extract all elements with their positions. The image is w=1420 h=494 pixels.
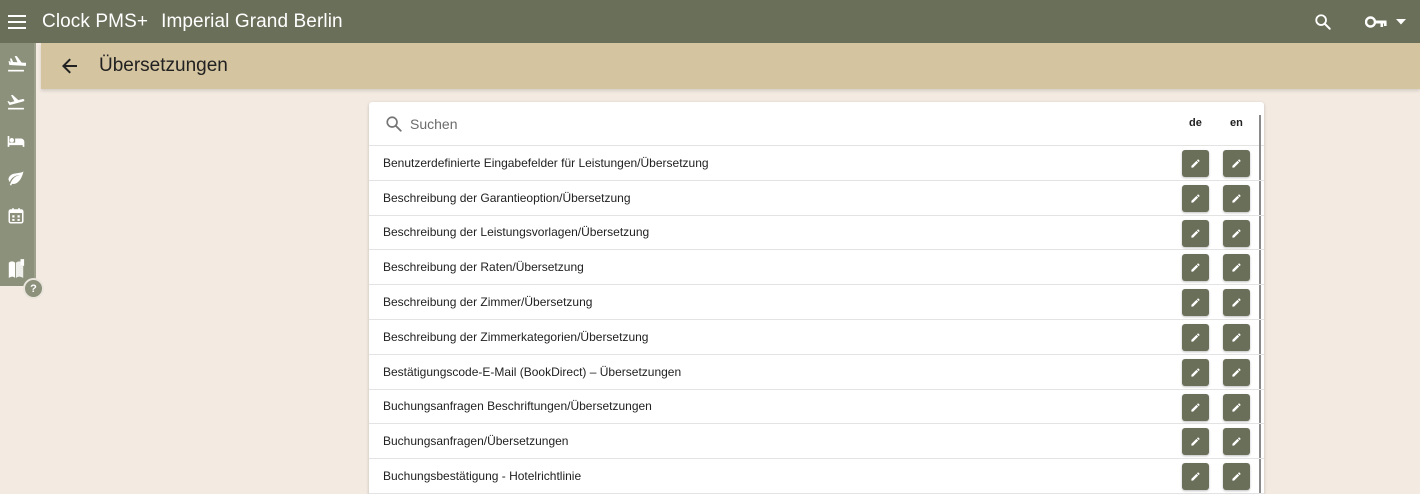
edit-de-button[interactable] [1182,463,1209,491]
edit-en-button[interactable] [1223,323,1250,351]
account-menu-button[interactable] [1365,15,1406,29]
pencil-icon [1191,263,1200,273]
edit-de-button[interactable] [1182,150,1209,177]
edit-de-button[interactable] [1182,219,1209,247]
edit-en-button[interactable] [1223,428,1250,456]
pencil-icon [1191,194,1200,203]
list-item: Beschreibung der Zimmerkategorien/Überse… [369,320,1264,355]
leaf-icon [8,171,24,186]
sidebar-item-arrivals[interactable] [4,52,28,76]
bed-icon [7,136,25,147]
pencil-icon [1191,298,1200,307]
sidebar-item-books[interactable] [4,257,28,281]
search-icon [1315,13,1331,30]
edit-de-button[interactable] [1182,254,1209,282]
list-item: Beschreibung der Raten/Übersetzung [369,250,1264,286]
pencil-icon [1232,368,1241,377]
list-item-label: Buchungsanfragen Beschriftungen/Übersetz… [383,399,652,414]
translations-card: de en Benutzerdefinierte Eingabefelder f… [369,102,1264,494]
pencil-icon [1232,333,1241,342]
menu-button[interactable] [0,0,34,43]
search-input[interactable] [410,115,1110,132]
list-item: Beschreibung der Leistungsvorlagen/Übers… [369,216,1264,251]
list-item-label: Buchungsanfragen/Übersetzungen [383,434,569,449]
menu-icon [8,14,26,29]
pencil-icon [1232,228,1241,238]
pencil-icon [1191,437,1200,446]
list-item: Bestätigungscode-E-Mail (BookDirect) – Ü… [369,355,1264,390]
help-button[interactable]: ? [23,278,44,299]
edit-en-button[interactable] [1223,463,1250,491]
edit-en-button[interactable] [1223,150,1250,177]
list-item-label: Beschreibung der Leistungsvorlagen/Übers… [383,225,650,240]
card-header: de en [369,102,1264,146]
edit-de-button[interactable] [1182,428,1209,456]
edit-en-button[interactable] [1223,358,1250,386]
edit-en-button[interactable] [1223,289,1250,317]
edit-de-button[interactable] [1182,358,1209,386]
arrow-back-icon [62,58,77,74]
pencil-icon [1232,159,1241,168]
search-icon [384,114,404,134]
list-item: Buchungsbestätigung - Hotelrichtlinie [369,459,1264,494]
flight-takeoff-icon [7,94,25,110]
back-button[interactable] [58,54,82,78]
pencil-icon [1232,263,1241,273]
pencil-icon [1232,298,1241,307]
list-item: Buchungsanfragen/Übersetzungen [369,424,1264,460]
page-header: Übersetzungen [41,43,1420,89]
column-header-en: en [1230,117,1243,129]
pencil-icon [1191,368,1200,377]
pencil-icon [1232,402,1241,412]
pencil-icon [1191,159,1200,168]
hotel-name[interactable]: Imperial Grand Berlin [161,11,343,33]
pencil-icon [1191,333,1200,342]
key-icon [1365,15,1387,28]
flight-land-icon [8,56,26,72]
edit-de-button[interactable] [1182,323,1209,351]
global-search-button[interactable] [1311,10,1335,34]
list-item-label: Bestätigungscode-E-Mail (BookDirect) – Ü… [383,364,682,379]
pencil-icon [1191,228,1200,238]
calendar-icon [8,208,24,224]
edit-de-button[interactable] [1182,289,1209,317]
column-header-de: de [1189,117,1202,129]
side-navigation [0,43,36,286]
pencil-icon [1232,472,1241,481]
edit-de-button[interactable] [1182,393,1209,421]
list-item: Buchungsanfragen Beschriftungen/Übersetz… [369,390,1264,425]
list-item: Beschreibung der Garantieoption/Übersetz… [369,181,1264,216]
app-title: Clock PMS+ [42,10,149,32]
sidebar-item-departures[interactable] [4,90,28,114]
page-title: Übersetzungen [99,55,228,76]
list-item-label: Beschreibung der Garantieoption/Übersetz… [383,190,631,205]
book-icon [8,259,25,278]
top-app-bar: Clock PMS+ Imperial Grand Berlin [0,0,1420,43]
pencil-icon [1191,472,1200,481]
list-item-label: Beschreibung der Raten/Übersetzung [383,260,584,275]
list-item-label: Benutzerdefinierte Eingabefelder für Lei… [383,155,709,170]
list-item-label: Beschreibung der Zimmer/Übersetzung [383,295,593,310]
edit-en-button[interactable] [1223,184,1250,212]
list-item-label: Beschreibung der Zimmerkategorien/Überse… [383,329,649,344]
pencil-icon [1232,194,1241,203]
pencil-icon [1232,437,1241,446]
edit-en-button[interactable] [1223,393,1250,421]
pencil-icon [1191,402,1200,412]
list-item: Benutzerdefinierte Eingabefelder für Lei… [369,146,1264,181]
sidebar-item-eco[interactable] [4,166,28,190]
edit-en-button[interactable] [1223,254,1250,282]
dropdown-arrow-icon [1396,18,1406,24]
list-item: Beschreibung der Zimmer/Übersetzung [369,285,1264,320]
edit-de-button[interactable] [1182,184,1209,212]
translation-list: Benutzerdefinierte Eingabefelder für Lei… [369,146,1264,494]
edit-en-button[interactable] [1223,219,1250,247]
sidebar-item-rooms[interactable] [4,129,28,153]
sidebar-item-calendar[interactable] [4,204,28,228]
list-item-label: Buchungsbestätigung - Hotelrichtlinie [383,469,582,484]
